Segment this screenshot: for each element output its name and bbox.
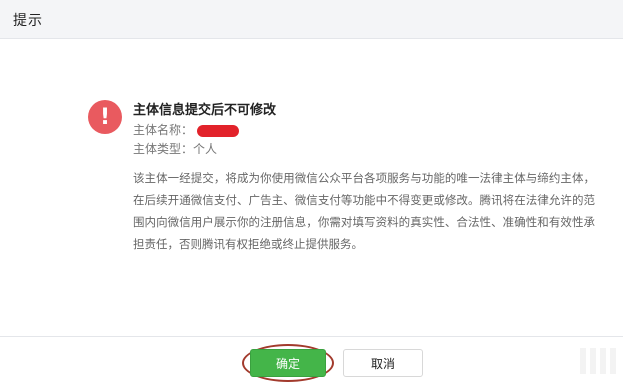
redacted-name-mark bbox=[197, 124, 240, 137]
entity-type-value: 个人 bbox=[193, 142, 218, 156]
confirm-dialog: 提示 ! 主体信息提交后不可修改 主体名称： 主体类型：个人 该主体一经提交，将… bbox=[0, 0, 623, 385]
entity-type-label: 主体类型： bbox=[133, 142, 194, 156]
dialog-title: 提示 bbox=[13, 13, 43, 29]
cancel-button[interactable]: 取消 bbox=[343, 349, 423, 377]
watermark bbox=[580, 348, 620, 374]
dialog-headline: 主体信息提交后不可修改 bbox=[133, 103, 277, 118]
confirm-button[interactable]: 确定 bbox=[250, 349, 326, 377]
dialog-header: 提示 bbox=[0, 0, 623, 39]
entity-type-row: 主体类型：个人 bbox=[133, 140, 217, 157]
dialog-footer: 确定 取消 bbox=[0, 336, 623, 385]
entity-name-row: 主体名称： bbox=[133, 121, 240, 138]
dialog-description: 该主体一经提交，将成为你使用微信公众平台各项服务与功能的唯一法律主体与缔约主体，… bbox=[133, 171, 595, 251]
entity-name-label: 主体名称： bbox=[133, 123, 194, 137]
exclamation-icon: ! bbox=[88, 100, 122, 134]
